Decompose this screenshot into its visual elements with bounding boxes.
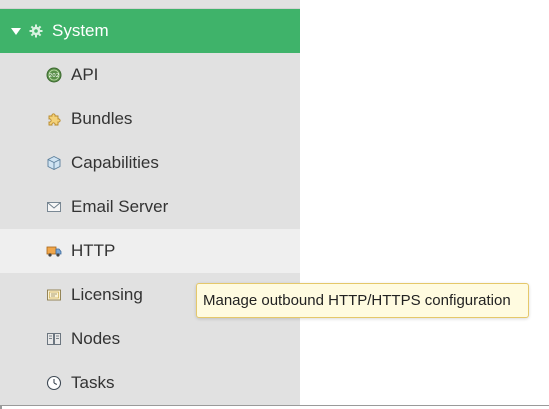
sidebar-item-http[interactable]: HTTP	[0, 229, 300, 273]
sidebar-item-label: Bundles	[71, 109, 133, 128]
sidebar: System 202 API Bundles Capabilities Emai…	[0, 0, 300, 409]
truck-icon	[46, 243, 62, 259]
tooltip: Manage outbound HTTP/HTTPS configuration	[196, 283, 529, 318]
cube-icon	[46, 155, 62, 171]
previous-section-edge	[0, 0, 300, 9]
sidebar-item-label: Tasks	[71, 373, 115, 392]
bottom-border	[0, 405, 549, 409]
sidebar-item-label: Capabilities	[71, 153, 159, 172]
section-header-label: System	[52, 21, 109, 40]
sidebar-item-api[interactable]: 202 API	[0, 53, 300, 97]
app-root: System 202 API Bundles Capabilities Emai…	[0, 0, 549, 409]
sidebar-item-label: Licensing	[71, 285, 143, 304]
certificate-icon	[46, 287, 62, 303]
caret-down-icon	[11, 27, 21, 35]
nav-list: 202 API Bundles Capabilities Email Serve…	[0, 53, 300, 405]
gear-icon	[29, 24, 43, 38]
server-icon	[46, 331, 62, 347]
svg-text:202: 202	[49, 73, 60, 79]
clock-icon	[46, 375, 62, 391]
sidebar-item-label: HTTP	[71, 241, 116, 260]
sidebar-item-label: Nodes	[71, 329, 121, 348]
sidebar-item-nodes[interactable]: Nodes	[0, 317, 300, 361]
puzzle-piece-icon	[46, 111, 62, 127]
sidebar-item-label: API	[71, 65, 99, 84]
sidebar-item-label: Email Server	[71, 197, 169, 216]
envelope-icon	[46, 199, 62, 215]
sidebar-item-email-server[interactable]: Email Server	[0, 185, 300, 229]
section-header-system[interactable]: System	[0, 9, 300, 53]
sidebar-item-capabilities[interactable]: Capabilities	[0, 141, 300, 185]
sidebar-item-bundles[interactable]: Bundles	[0, 97, 300, 141]
sidebar-item-tasks[interactable]: Tasks	[0, 361, 300, 405]
api-badge-icon: 202	[46, 67, 62, 83]
tooltip-text: Manage outbound HTTP/HTTPS configuration	[203, 292, 511, 309]
